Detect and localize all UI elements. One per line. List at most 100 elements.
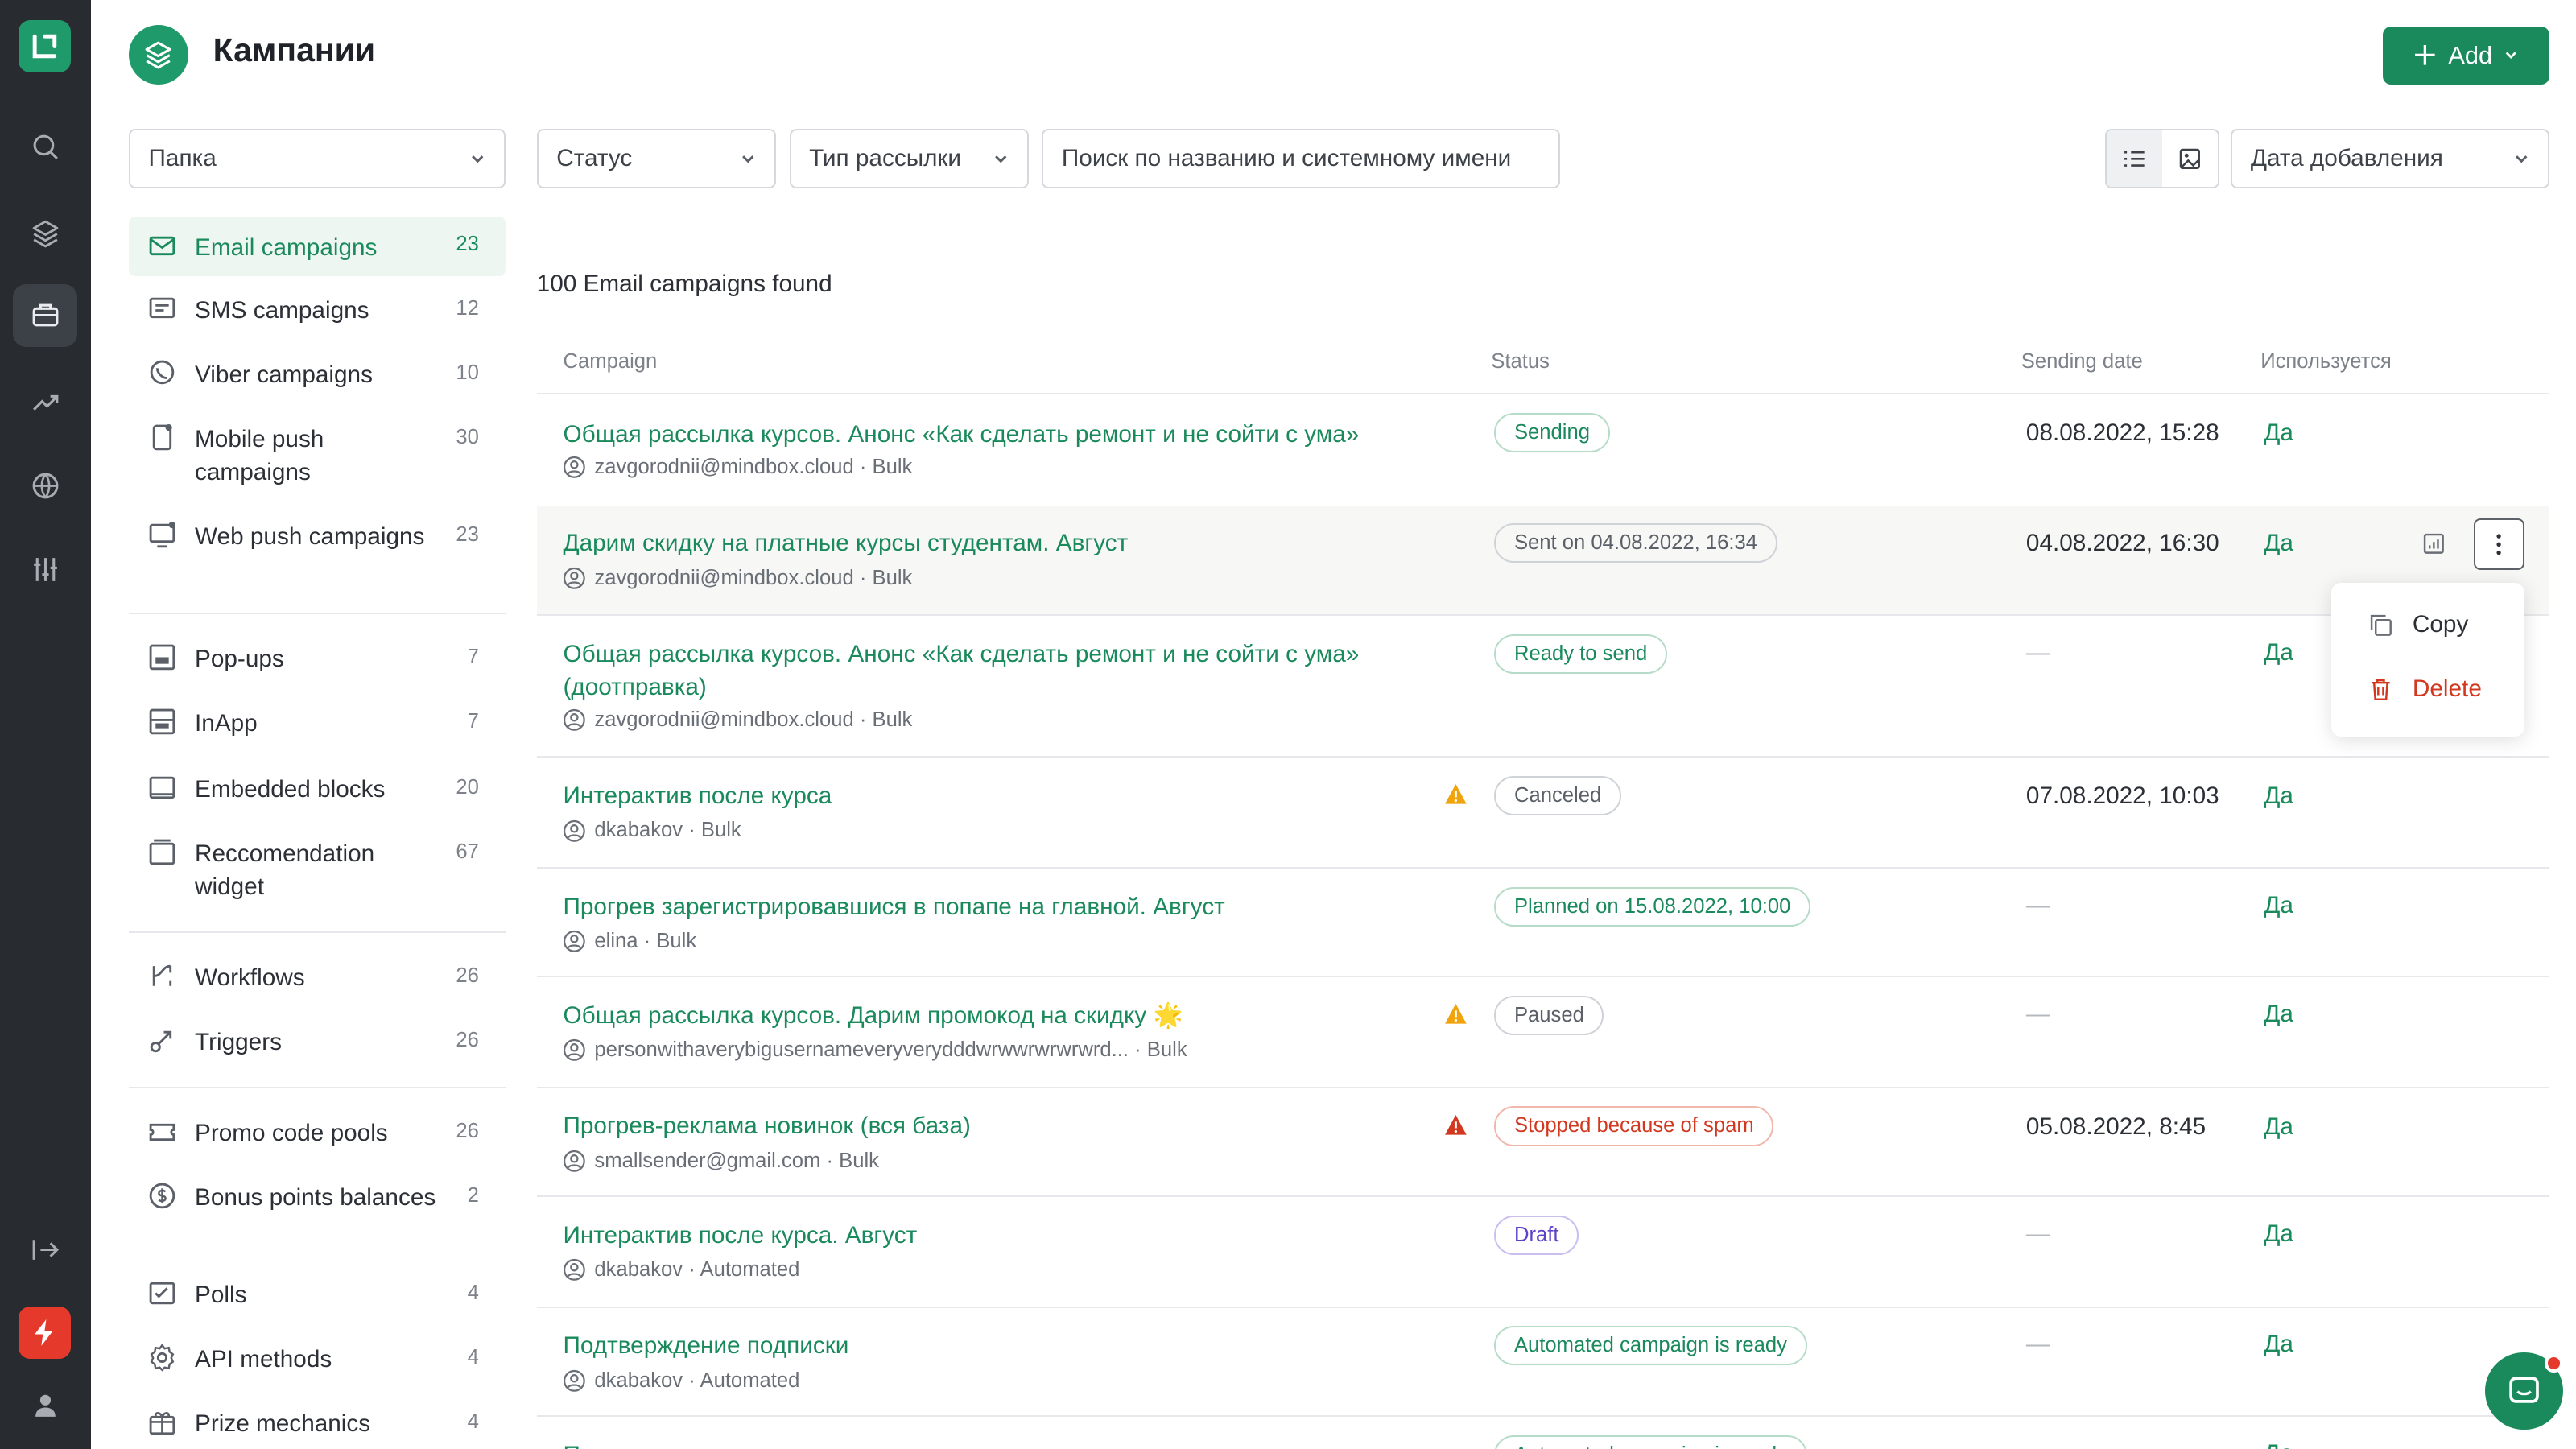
lightning-icon[interactable]	[18, 1306, 72, 1360]
logo-icon[interactable]	[18, 19, 72, 73]
column-header-status[interactable]: Status	[1491, 350, 1550, 374]
campaign-title-link[interactable]: Приветственное письмо после подписки	[563, 1439, 1405, 1449]
column-header-used[interactable]: Используется	[2260, 350, 2392, 374]
table-row[interactable]: Общая рассылка курсов. Анонс «Как сделат…	[537, 394, 2550, 503]
add-button[interactable]: Add	[2382, 26, 2550, 85]
table-row[interactable]: Дарим скидку на платные курсы студентам.…	[536, 505, 2550, 615]
sidebar-item-prize-mechanics[interactable]: Prize mechanics 4	[129, 1407, 506, 1440]
sidebar-item-triggers[interactable]: Triggers 26	[129, 1026, 506, 1059]
campaign-title-link[interactable]: Интерактив после курса. Август	[563, 1219, 1405, 1252]
gift-icon	[143, 1407, 180, 1437]
table-row[interactable]: Прогрев зарегистрировавшися в попапе на …	[537, 869, 2550, 977]
table-row[interactable]: Интерактив после курса. Август dkabakov …	[537, 1197, 2550, 1306]
campaign-title-link[interactable]: Общая рассылка курсов. Дарим промокод на…	[563, 999, 1405, 1032]
warning-icon[interactable]	[1443, 782, 1468, 806]
sidebar-item-web-push[interactable]: Web push campaigns 23	[129, 520, 506, 553]
sidebar-item-label: SMS campaigns	[195, 297, 369, 324]
user-circle-icon	[564, 456, 586, 479]
sidebar-item-count: 23	[456, 523, 479, 547]
sidebar-item-count: 4	[467, 1410, 479, 1433]
sidebar-item-count: 26	[456, 1119, 479, 1142]
coin-icon	[143, 1181, 180, 1211]
campaign-title-link[interactable]: Прогрев зарегистрировавшися в попапе на …	[563, 890, 1405, 923]
sidebar-item-embedded-blocks[interactable]: Embedded blocks 20	[129, 773, 506, 806]
sort-select[interactable]: Дата добавления	[2231, 128, 2550, 188]
app-rail	[0, 0, 91, 1449]
campaign-meta: elina · Bulk	[563, 930, 696, 953]
sidebar-item-label: Web push campaigns	[195, 523, 425, 551]
status-badge: Stopped because of spam	[1494, 1106, 1774, 1146]
gallery-view-icon[interactable]	[2162, 130, 2218, 187]
table-row[interactable]: Общая рассылка курсов. Анонс «Как сделат…	[537, 616, 2550, 756]
sidebar-item-count: 26	[456, 964, 479, 987]
globe-icon[interactable]	[13, 454, 77, 517]
mailing-type-select[interactable]: Тип рассылки	[789, 128, 1029, 188]
campaigns-icon[interactable]	[13, 283, 78, 347]
folder-select[interactable]: Папка	[128, 128, 506, 188]
column-header-campaign[interactable]: Campaign	[563, 350, 657, 374]
campaign-author: smallsender@gmail.com · Bulk	[594, 1149, 879, 1172]
sidebar-item-sms-campaigns[interactable]: SMS campaigns 12	[129, 294, 506, 327]
status-badge: Paused	[1494, 995, 1604, 1036]
logout-icon[interactable]	[13, 1219, 77, 1282]
delete-label: Delete	[2412, 675, 2482, 702]
sidebar-item-count: 26	[456, 1028, 479, 1051]
analytics-icon[interactable]	[13, 369, 77, 432]
search-icon[interactable]	[13, 116, 77, 179]
danger-icon[interactable]	[1443, 1113, 1468, 1137]
chevron-down-icon	[471, 155, 484, 163]
sidebar-item-recommendation-widget[interactable]: Reccomendation widget 67	[129, 837, 506, 903]
sidebar-item-bonus-points[interactable]: Bonus points balances 2	[129, 1181, 506, 1214]
trigger-icon	[143, 1026, 180, 1055]
used-value: Да	[2264, 782, 2293, 810]
status-select[interactable]: Статус	[536, 128, 777, 188]
layers-icon[interactable]	[13, 201, 77, 264]
sidebar-item-email-campaigns[interactable]: Email campaigns 23	[128, 216, 506, 276]
sending-date: —	[2025, 1220, 2050, 1247]
sidebar-item-popups[interactable]: Pop-ups 7	[129, 642, 506, 675]
table-row[interactable]: Приветственное письмо после подписки Aut…	[537, 1417, 2550, 1449]
sidebar-item-api-methods[interactable]: API methods 4	[129, 1343, 506, 1376]
sidebar-item-promo-code-pools[interactable]: Promo code pools 26	[129, 1117, 506, 1150]
user-circle-icon	[564, 1039, 586, 1062]
sidebar-item-viber-campaigns[interactable]: Viber campaigns 10	[129, 358, 506, 391]
campaign-title-link[interactable]: Подтверждение подписки	[563, 1329, 1405, 1362]
table-row[interactable]: Прогрев-реклама новинок (вся база) small…	[537, 1088, 2550, 1197]
settings-sliders-icon[interactable]	[13, 539, 77, 601]
sidebar-item-inapp[interactable]: InApp 7	[129, 707, 506, 740]
campaign-author: zavgorodnii@mindbox.cloud · Bulk	[594, 566, 913, 589]
warning-icon[interactable]	[1443, 1002, 1468, 1026]
user-icon[interactable]	[13, 1374, 77, 1437]
status-badge: Sending	[1494, 412, 1610, 453]
sidebar-item-label: Workflows	[195, 964, 305, 991]
sidebar-item-label: Polls	[195, 1281, 247, 1308]
table-row[interactable]: Общая рассылка курсов. Дарим промокод на…	[537, 977, 2550, 1086]
sidebar-item-workflows[interactable]: Workflows 26	[129, 961, 506, 994]
page-title: Кампании	[213, 31, 376, 68]
campaign-title-link[interactable]: Прогрев-реклама новинок (вся база)	[563, 1109, 1405, 1142]
sidebar-item-count: 7	[467, 646, 479, 669]
campaign-meta: zavgorodnii@mindbox.cloud · Bulk	[563, 567, 912, 590]
workflow-icon	[143, 961, 180, 991]
column-header-sending-date[interactable]: Sending date	[2021, 350, 2143, 374]
sort-select-value: Дата добавления	[2250, 144, 2443, 171]
sidebar-item-count: 4	[467, 1281, 479, 1304]
mailing-type-select-value: Тип рассылки	[809, 144, 962, 171]
more-actions-button[interactable]	[2473, 518, 2525, 570]
sidebar-item-mobile-push[interactable]: Mobile push campaigns 30	[129, 423, 506, 489]
campaign-title-link[interactable]: Дарим скидку на платные курсы студентам.…	[563, 526, 1405, 559]
campaign-title-link[interactable]: Интерактив после курса	[563, 779, 1405, 812]
table-row[interactable]: Интерактив после курса dkabakov · Bulk C…	[537, 758, 2550, 867]
copy-menu-item[interactable]: Copy	[2368, 611, 2468, 638]
sidebar-item-count: 10	[456, 361, 479, 385]
results-count: 100 Email campaigns found	[536, 270, 832, 298]
search-input[interactable]: Поиск по названию и системному имени	[1042, 128, 1561, 188]
campaign-title-link[interactable]: Общая рассылка курсов. Анонс «Как сделат…	[563, 418, 1405, 451]
stats-icon[interactable]	[2422, 532, 2446, 555]
sidebar-item-polls[interactable]: Polls 4	[129, 1278, 506, 1311]
sidebar-divider	[128, 613, 506, 615]
table-row[interactable]: Подтверждение подписки dkabakov · Automa…	[537, 1308, 2550, 1417]
campaign-title-link[interactable]: Общая рассылка курсов. Анонс «Как сделат…	[563, 638, 1405, 704]
list-view-icon[interactable]	[2107, 130, 2163, 187]
delete-menu-item[interactable]: Delete	[2368, 675, 2482, 703]
